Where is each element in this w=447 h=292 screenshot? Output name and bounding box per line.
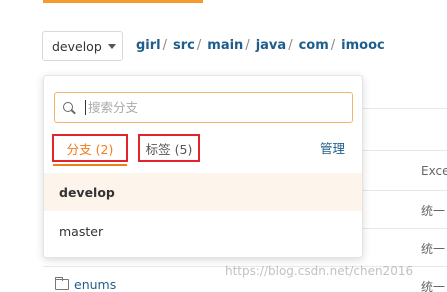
file-row-enums[interactable]: enums (55, 277, 116, 292)
commit-message-cell: 统一 (421, 242, 446, 256)
folder-name[interactable]: enums (74, 277, 116, 292)
breadcrumb-item[interactable]: main (207, 38, 243, 53)
branch-dropdown: 分支 (2) 标签 (5) 管理 develop master (43, 75, 363, 258)
manage-link[interactable]: 管理 (320, 138, 345, 157)
branch-select-label: develop (52, 38, 102, 54)
watermark: https://blog.csdn.net/chen2016 (225, 264, 414, 278)
breadcrumb: girl / src / main / java / com / imooc (136, 38, 385, 53)
branch-item-master[interactable]: master (44, 212, 362, 250)
breadcrumb-item-current: imooc (341, 38, 385, 53)
chevron-down-icon (107, 43, 116, 49)
breadcrumb-item[interactable]: src (173, 38, 195, 53)
breadcrumb-item[interactable]: com (299, 38, 329, 53)
branch-item-develop[interactable]: develop (44, 173, 362, 211)
tab-branches-label: 分支 (2) (66, 141, 114, 157)
folder-icon (55, 277, 69, 290)
breadcrumb-item[interactable]: java (256, 38, 286, 53)
tab-branches[interactable]: 分支 (2) (52, 134, 128, 162)
divider (363, 190, 447, 191)
divider (363, 228, 447, 229)
divider (363, 108, 447, 109)
branch-item-label: develop (59, 184, 115, 200)
commit-message-cell: 统一 (421, 280, 446, 292)
branch-item-label: master (59, 223, 104, 239)
top-accent-bar (43, 0, 203, 3)
commit-message-cell: Exce (421, 164, 447, 178)
branch-search-box[interactable] (54, 92, 353, 123)
commit-message-cell: 统一 (421, 204, 446, 218)
search-icon (63, 101, 75, 114)
active-tab-indicator (53, 164, 127, 166)
divider (363, 150, 447, 151)
branch-select-button[interactable]: develop (42, 31, 123, 61)
breadcrumb-item[interactable]: girl (136, 38, 161, 53)
branch-search-input[interactable] (85, 100, 325, 115)
tab-tags[interactable]: 标签 (5) (138, 134, 200, 162)
tab-tags-label: 标签 (5) (145, 141, 193, 157)
